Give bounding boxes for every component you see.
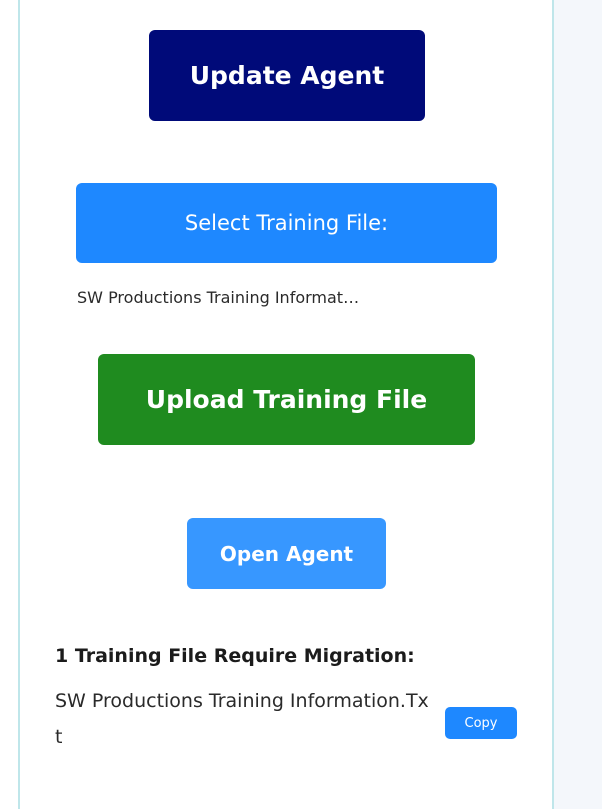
update-agent-button[interactable]: Update Agent — [149, 30, 425, 121]
migration-file-name: SW Productions Training Information.Txt — [55, 690, 429, 748]
agent-panel: Update Agent Select Training File: SW Pr… — [20, 0, 552, 809]
selected-file-name: SW Productions Training Informat… — [77, 288, 360, 307]
open-agent-button[interactable]: Open Agent — [187, 518, 386, 589]
side-area — [554, 0, 602, 809]
migration-title: 1 Training File Require Migration: — [55, 645, 415, 667]
copy-button[interactable]: Copy — [445, 707, 517, 739]
select-training-file-button[interactable]: Select Training File: — [76, 183, 497, 263]
upload-training-file-button[interactable]: Upload Training File — [98, 354, 475, 445]
